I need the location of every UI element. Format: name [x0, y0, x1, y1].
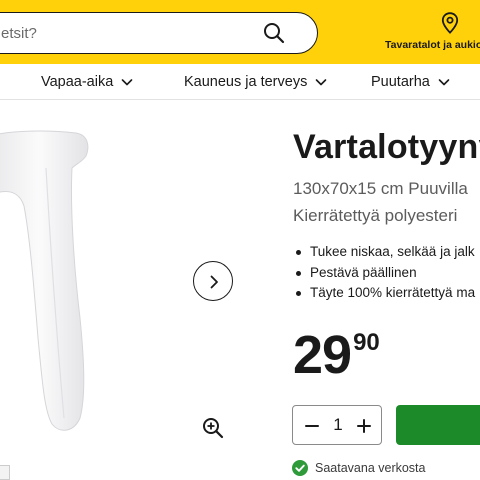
top-header: Tavaratalot ja aukio	[0, 0, 480, 64]
nav-item-label: Puutarha	[371, 74, 430, 90]
chevron-right-icon	[210, 275, 218, 289]
thumbnail-image[interactable]	[0, 465, 10, 480]
product-image[interactable]	[0, 128, 100, 440]
category-nav: Vapaa-aika Kauneus ja terveys Puutarha	[0, 64, 480, 100]
chevron-down-icon	[437, 75, 451, 89]
store-locator-link[interactable]: Tavaratalot ja aukio	[380, 12, 480, 56]
product-subtitle-line: Kierrätettyä polyesteri	[293, 206, 458, 225]
quantity-stepper[interactable]: 1	[292, 405, 382, 445]
nav-item-kauneus-ja-terveys[interactable]: Kauneus ja terveys	[184, 64, 328, 100]
feature-list: Tukee niskaa, selkää ja jalk Pestävä pää…	[296, 242, 475, 304]
add-to-cart-button[interactable]	[396, 405, 480, 445]
feature-item: Täyte 100% kierrätettyä ma	[296, 283, 475, 304]
minus-icon	[305, 425, 319, 427]
location-pin-icon	[441, 12, 459, 34]
availability-text: Saatavana verkosta	[315, 461, 426, 475]
nav-item-vapaa-aika[interactable]: Vapaa-aika	[41, 64, 134, 100]
nav-item-label: Vapaa-aika	[41, 74, 114, 90]
chevron-down-icon	[314, 75, 328, 89]
quantity-value[interactable]: 1	[329, 415, 347, 435]
plus-icon	[357, 419, 371, 433]
availability-status: Saatavana verkosta	[292, 459, 426, 477]
increase-quantity-button[interactable]	[353, 415, 375, 437]
product-subtitle-line: 130x70x15 cm Puuvilla	[293, 179, 468, 198]
feature-item: Pestävä päällinen	[296, 263, 475, 284]
chevron-down-icon	[120, 75, 134, 89]
zoom-in-icon[interactable]	[201, 416, 225, 440]
price-decimals: 90	[353, 329, 380, 356]
search-bar[interactable]	[0, 12, 318, 54]
store-locator-label: Tavaratalot ja aukio	[385, 39, 480, 51]
product-subtitle: 130x70x15 cm Puuvilla Kierrätettyä polye…	[293, 175, 468, 229]
decrease-quantity-button[interactable]	[301, 415, 323, 437]
price-integer: 29	[293, 325, 352, 385]
product-price: 2990	[293, 325, 380, 385]
nav-item-label: Kauneus ja terveys	[184, 74, 308, 90]
product-title: Vartalotyyny	[293, 128, 480, 166]
nav-item-puutarha[interactable]: Puutarha	[371, 64, 451, 100]
search-icon[interactable]	[263, 22, 285, 44]
carousel-next-button[interactable]	[193, 261, 233, 301]
feature-item: Tukee niskaa, selkää ja jalk	[296, 242, 475, 263]
check-circle-icon	[292, 460, 308, 476]
search-input[interactable]	[1, 13, 261, 53]
